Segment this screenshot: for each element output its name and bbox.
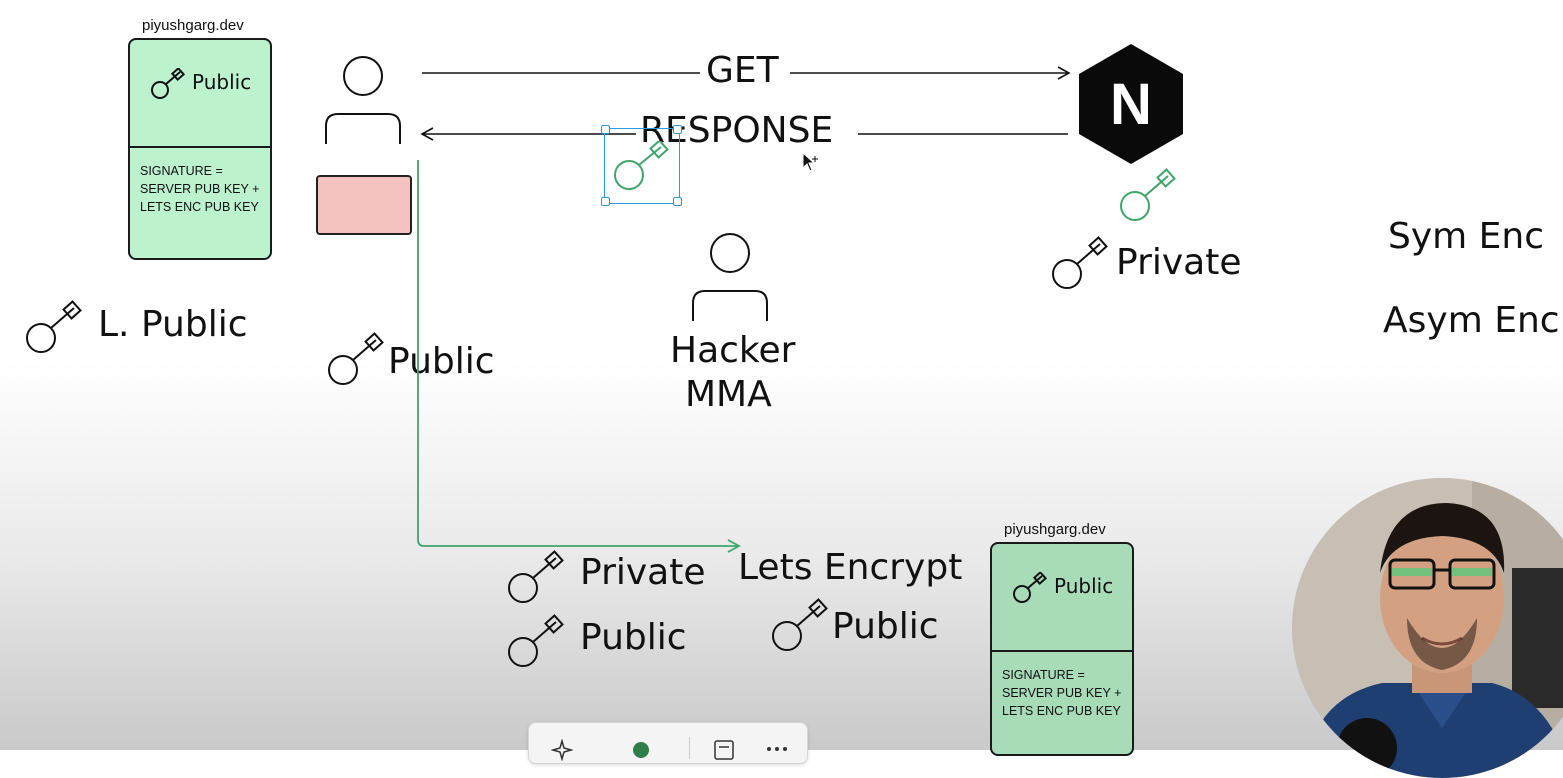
signature-line: SERVER PUB KEY + <box>1002 686 1122 700</box>
le-public-label: Public <box>580 617 687 658</box>
key-icon <box>506 550 564 606</box>
server-private-label: Private <box>1116 242 1242 283</box>
certificate-bottom[interactable]: Public SIGNATURE = SERVER PUB KEY + LETS… <box>990 542 1134 756</box>
toolbar-divider <box>689 737 690 759</box>
green-key-icon <box>613 141 671 193</box>
key-icon <box>1012 572 1048 604</box>
more-icon[interactable] <box>765 745 789 753</box>
cert-bottom-domain: piyushgarg.dev <box>1004 521 1106 538</box>
selection-handle[interactable] <box>601 197 610 206</box>
nginx-server-icon[interactable]: N <box>1076 42 1186 166</box>
asym-enc-label: Asym Enc <box>1383 300 1560 341</box>
signature-line: LETS ENC PUB KEY <box>1002 704 1121 718</box>
server-logo-letter: N <box>1110 72 1152 137</box>
selection-handle[interactable] <box>673 197 682 206</box>
le-private-label: Private <box>580 552 706 593</box>
mma-label: MMA <box>685 374 772 415</box>
green-key-icon <box>1118 168 1176 224</box>
cursor-icon <box>802 152 818 172</box>
certificate-bottom-public-section: Public <box>992 544 1132 652</box>
hacker-user-icon[interactable] <box>690 233 772 325</box>
sym-enc-label: Sym Enc <box>1388 216 1545 257</box>
signature-line: SIGNATURE = <box>1002 668 1085 682</box>
key-icon <box>770 598 828 654</box>
lets-encrypt-label: Lets Encrypt <box>738 547 963 588</box>
key-icon <box>506 614 564 670</box>
color-dot-icon[interactable] <box>633 742 649 758</box>
certificate-bottom-signature: SIGNATURE = SERVER PUB KEY + LETS ENC PU… <box>992 652 1132 720</box>
cert-bottom-public-label: Public <box>1054 574 1114 598</box>
selection-handle[interactable] <box>601 125 610 134</box>
get-label: GET <box>706 50 779 91</box>
sparkle-icon[interactable] <box>551 739 573 761</box>
selection-box[interactable] <box>601 125 682 206</box>
bottom-toolbar <box>528 722 808 764</box>
lets-encrypt-public-label: Public <box>832 606 939 647</box>
selection-handle[interactable] <box>673 125 682 134</box>
hacker-label: Hacker <box>670 330 796 371</box>
note-icon[interactable] <box>713 739 735 761</box>
key-icon <box>1050 236 1108 292</box>
